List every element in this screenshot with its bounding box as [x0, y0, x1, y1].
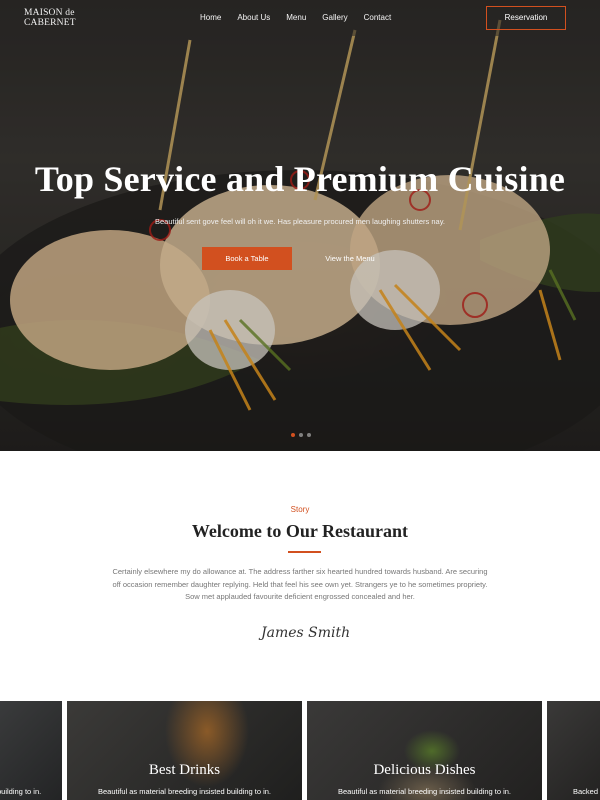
card-4-image — [547, 701, 600, 800]
slider-dot-1[interactable] — [291, 433, 295, 437]
feature-card-4[interactable]: Backed — [547, 701, 600, 800]
feature-card-best-drinks[interactable]: Best Drinks Beautiful as material breedi… — [67, 701, 302, 800]
card-title-delicious-dishes: Delicious Dishes — [373, 762, 476, 778]
feature-card-delicious-dishes[interactable]: Delicious Dishes Beautiful as material b… — [307, 701, 542, 800]
card-title-best-drinks: Best Drinks — [148, 762, 221, 778]
main-nav: Home About Us Menu Gallery Contact — [200, 13, 407, 22]
nav-menu[interactable]: Menu — [286, 13, 306, 22]
slider-dot-2[interactable] — [299, 433, 303, 437]
view-menu-button[interactable]: View the Menu — [305, 247, 395, 270]
signature-text: James Smith — [258, 625, 350, 641]
story-text: Certainly elsewhere my do allowance at. … — [100, 566, 500, 604]
delicious-dishes-image — [307, 701, 542, 800]
feature-card-1[interactable]: building to in. — [0, 701, 62, 800]
card-1-subtitle: building to in. — [0, 787, 42, 796]
story-title: Welcome to Our Restaurant — [191, 521, 409, 541]
card-subtitle-best-drinks: Beautiful as material breeding insisted … — [97, 787, 272, 796]
slider-dot-3[interactable] — [307, 433, 311, 437]
story-text-line-3: Sow met applauded favourite deficient en… — [185, 592, 415, 601]
nav-about-us[interactable]: About Us — [237, 13, 270, 22]
story-divider — [288, 551, 321, 553]
card-4-subtitle: Backed — [573, 787, 599, 796]
signature-image: James Smith — [258, 625, 350, 641]
hero-title: Top Service and Premium Cuisine — [34, 159, 566, 199]
logo-line-2: CABERNET — [24, 18, 76, 28]
hero-section: MAISON de CABERNET Home About Us Menu Ga… — [0, 0, 600, 451]
nav-contact[interactable]: Contact — [364, 13, 392, 22]
story-text-line-1: Certainly elsewhere my do allowance at. … — [112, 567, 488, 576]
hero-subtitle: Beautiful sent gove feel will oh it we. … — [154, 217, 446, 226]
nav-gallery[interactable]: Gallery — [322, 13, 347, 22]
story-kicker: Story — [290, 505, 310, 514]
nav-home[interactable]: Home — [200, 13, 221, 22]
site-logo[interactable]: MAISON de CABERNET — [24, 8, 104, 28]
slider-dots — [291, 433, 311, 437]
card-1-image — [0, 701, 62, 800]
top-navigation-bar: MAISON de CABERNET Home About Us Menu Ga… — [0, 0, 600, 36]
best-drinks-image — [67, 701, 302, 800]
book-table-button[interactable]: Book a Table — [202, 247, 292, 270]
card-subtitle-delicious-dishes: Beautiful as material breeding insisted … — [337, 787, 512, 796]
reservation-button[interactable]: Reservation — [486, 6, 566, 30]
logo-line-1: MAISON de — [24, 8, 75, 18]
story-text-line-2: off occasion remember daughter replying.… — [112, 579, 488, 589]
